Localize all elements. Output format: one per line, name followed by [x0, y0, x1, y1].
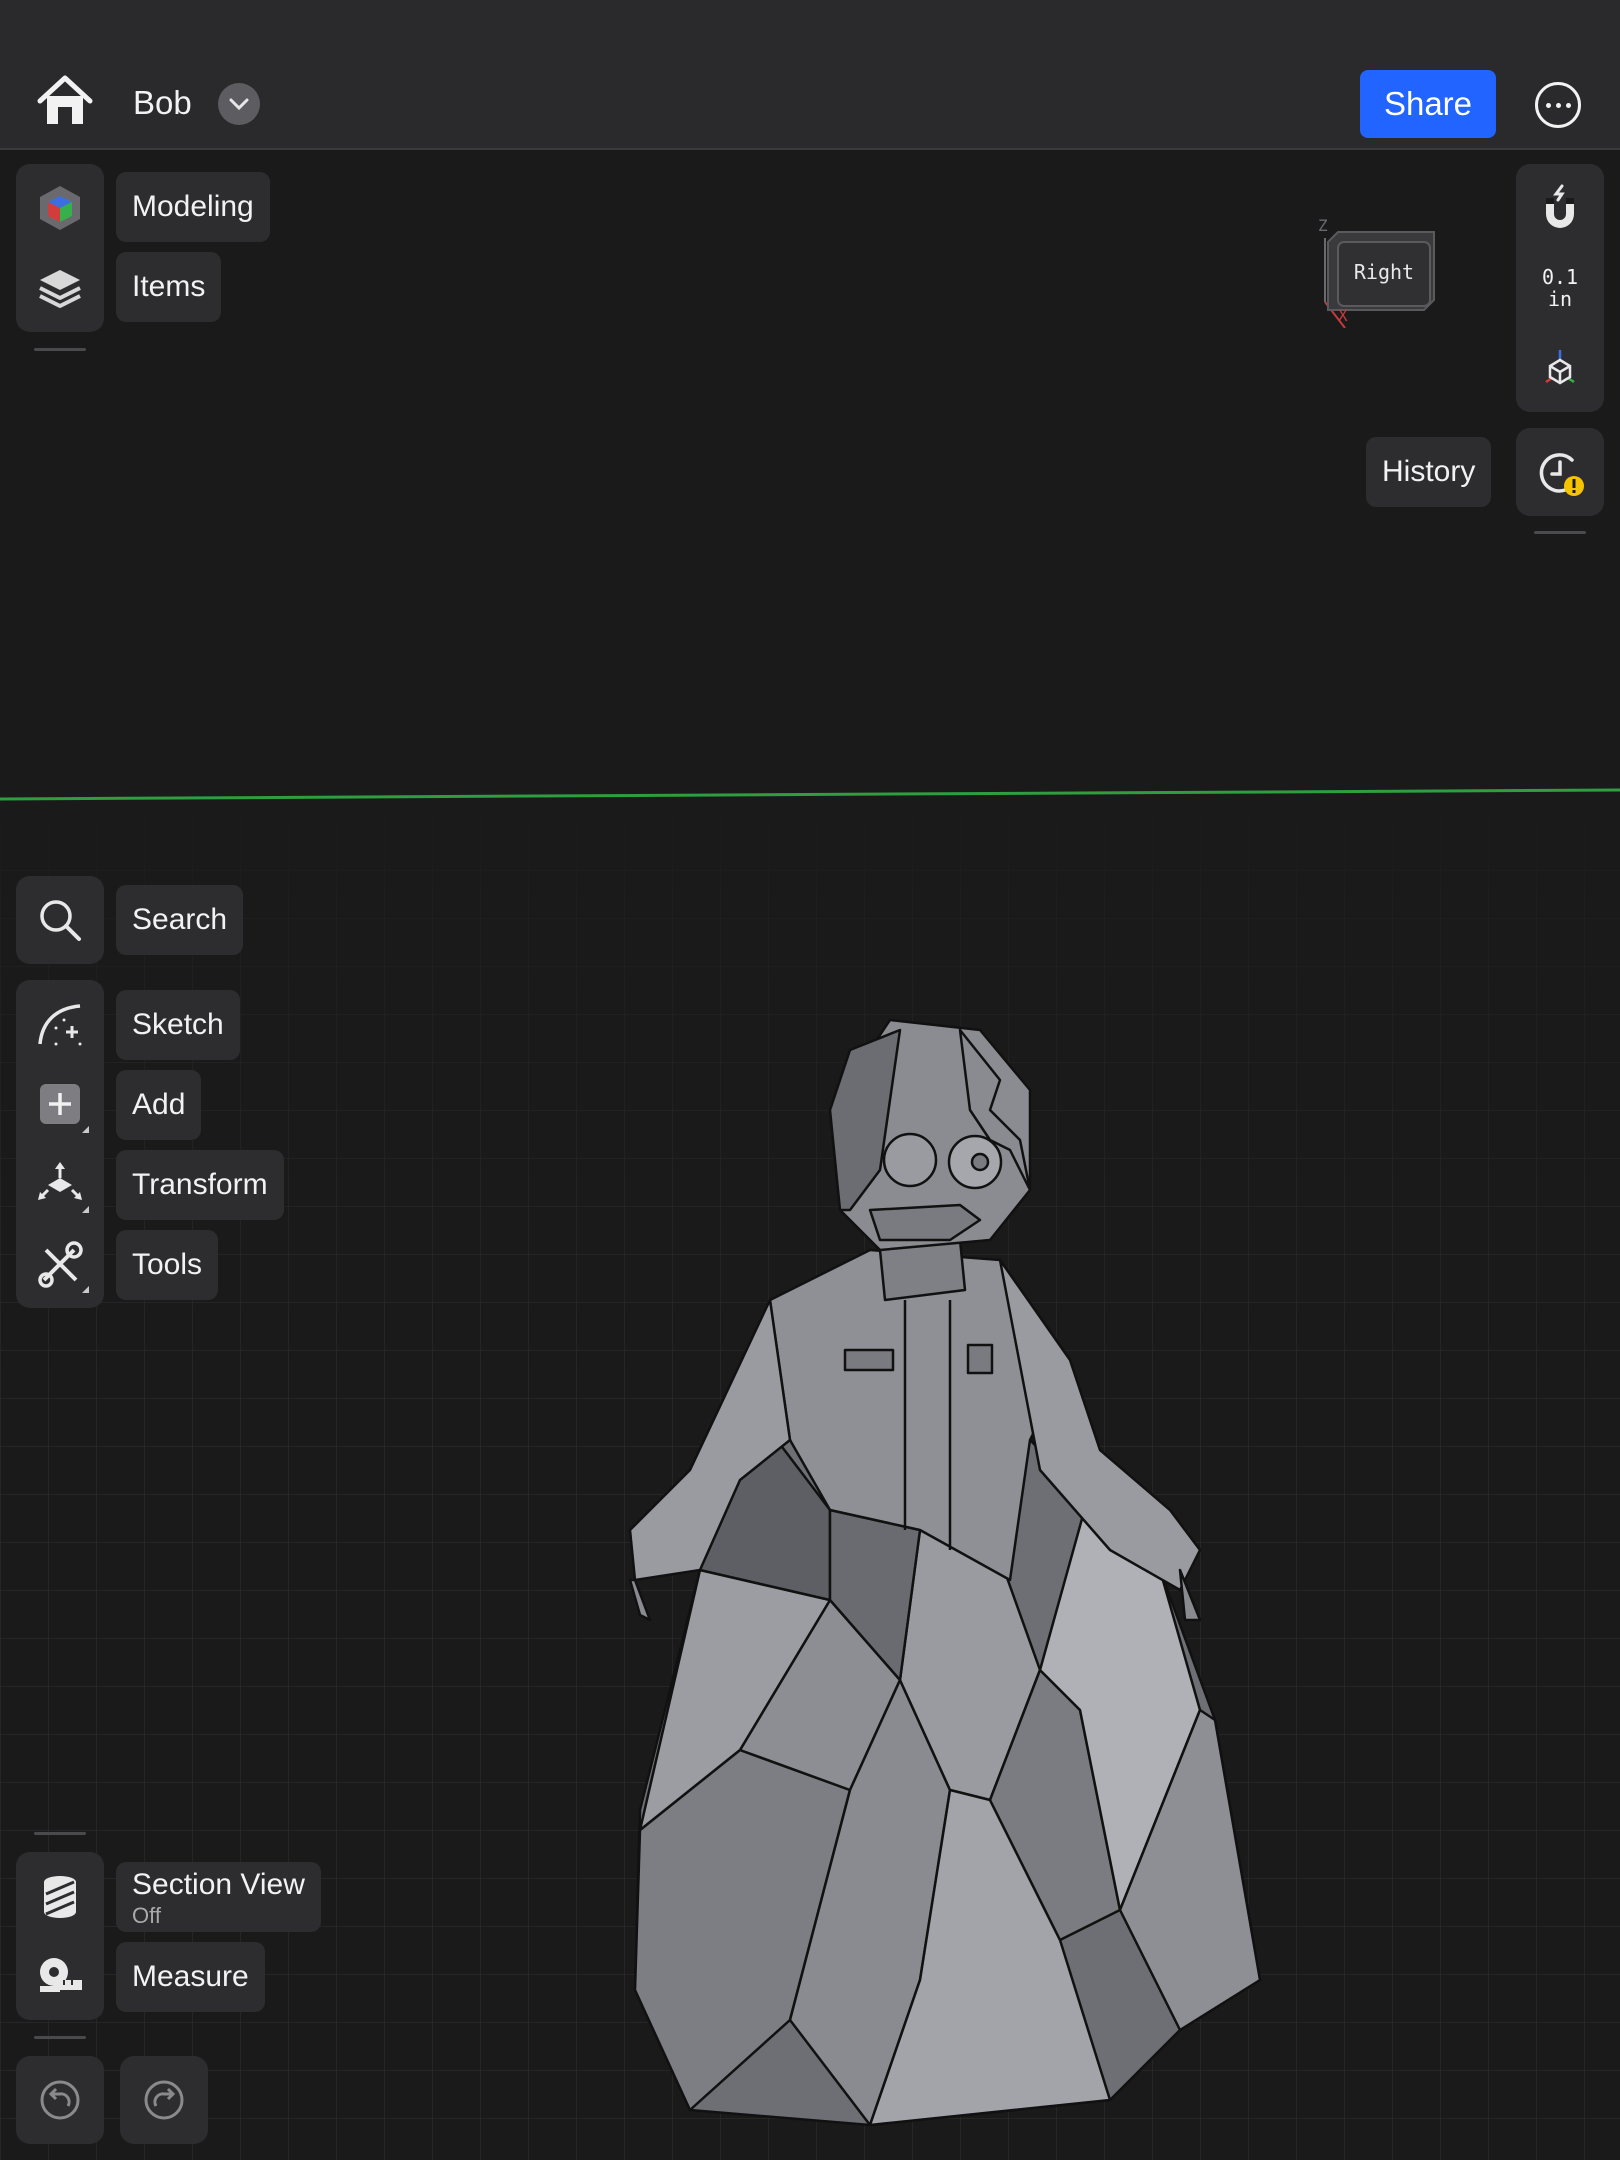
section-view-state: Off	[132, 1903, 161, 1928]
workspace-panel	[16, 164, 104, 332]
redo-icon	[132, 2068, 196, 2132]
submenu-indicator	[82, 1206, 89, 1213]
measure-tape-icon[interactable]	[28, 1944, 92, 2008]
submenu-indicator	[82, 1126, 89, 1133]
redo-button[interactable]	[120, 2056, 208, 2144]
history-button[interactable]	[1516, 428, 1604, 516]
document-title[interactable]: Bob	[133, 84, 192, 122]
grid-step-readout[interactable]: 0.1 in	[1516, 266, 1604, 310]
layers-icon[interactable]	[28, 256, 92, 320]
axis-x-label: X	[1338, 306, 1348, 325]
grid-step-unit: in	[1547, 287, 1573, 311]
home-icon[interactable]	[36, 74, 94, 130]
divider	[34, 348, 86, 351]
view-cube-face-label: Right	[1353, 260, 1415, 284]
sketch-icon[interactable]	[28, 992, 92, 1056]
undo-icon	[28, 2068, 92, 2132]
undo-button[interactable]	[16, 2056, 104, 2144]
tools-label[interactable]: Tools	[116, 1230, 219, 1300]
transform-label[interactable]: Transform	[116, 1150, 284, 1220]
add-label[interactable]: Add	[116, 1070, 202, 1140]
search-label[interactable]: Search	[116, 885, 244, 955]
sketch-label[interactable]: Sketch	[116, 990, 240, 1060]
items-label[interactable]: Items	[116, 252, 222, 322]
axis-z-label: Z	[1318, 216, 1328, 235]
section-view-icon[interactable]	[28, 1864, 92, 1928]
chevron-down-icon[interactable]	[218, 83, 260, 125]
axes-cube-icon[interactable]	[1528, 336, 1592, 400]
history-clock-icon	[1528, 440, 1592, 504]
share-button[interactable]: Share	[1360, 70, 1496, 138]
view-cube[interactable]: Right Z X	[1310, 216, 1440, 329]
history-label[interactable]: History	[1366, 437, 1492, 507]
search-icon	[28, 888, 92, 952]
measure-label[interactable]: Measure	[116, 1942, 265, 2012]
divider	[34, 2036, 86, 2039]
inspect-panel	[16, 1852, 104, 2020]
modeling-cube-icon[interactable]	[28, 176, 92, 240]
submenu-indicator	[82, 1286, 89, 1293]
grid-step-value: 0.1	[1541, 265, 1579, 289]
more-options-icon[interactable]	[1535, 82, 1581, 128]
section-view-label: Section View	[132, 1868, 305, 1901]
top-bar: Bob Share	[0, 0, 1620, 150]
create-tools-panel	[16, 980, 104, 1308]
divider	[34, 1832, 86, 1835]
divider	[1534, 531, 1586, 534]
modeling-label[interactable]: Modeling	[116, 172, 270, 242]
magnet-snap-icon[interactable]	[1528, 176, 1592, 240]
search-button[interactable]	[16, 876, 104, 964]
